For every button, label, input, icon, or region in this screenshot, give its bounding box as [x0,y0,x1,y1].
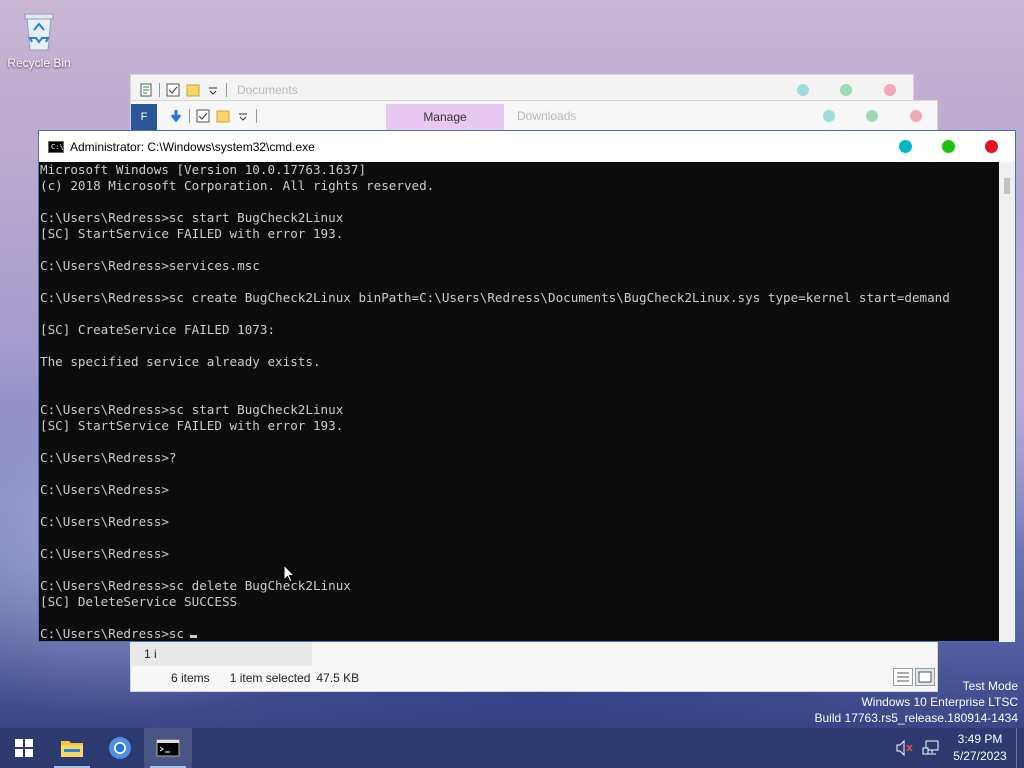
console-line: [SC] CreateService FAILED 1073: [40,322,276,337]
chevron-down-icon[interactable] [206,83,220,97]
taskbar: 3:49 PM 5/27/2023 [0,728,1024,768]
console-line: C:\Users\Redress> [40,482,169,497]
cmd-window[interactable]: C:\_ Administrator: C:\Windows\system32\… [38,130,1016,642]
toolbar-separator [159,83,160,97]
test-mode-watermark: Test Mode Windows 10 Enterprise LTSC Bui… [815,678,1019,726]
volume-muted-icon [896,740,913,756]
scrollbar-thumb[interactable] [1004,178,1010,194]
cmd-scrollbar[interactable] [999,162,1015,642]
toolbar-separator [189,109,190,123]
close-button[interactable] [910,110,922,122]
status-size: 47.5 KB [316,671,360,685]
console-line: C:\Users\Redress> [40,514,169,529]
console-line: (c) 2018 Microsoft Corporation. All righ… [40,178,435,193]
clock-date: 5/27/2023 [953,749,1007,763]
checkbox-icon[interactable] [166,83,180,97]
file-explorer-icon [61,741,83,757]
start-button[interactable] [0,728,48,768]
system-tray: 3:49 PM 5/27/2023 [892,728,1024,768]
chevron-down-icon[interactable] [236,109,250,123]
console-line: C:\Users\Redress>sc start BugCheck2Linux [40,210,344,225]
minimize-button[interactable] [899,140,912,153]
cmd-console-output[interactable]: Microsoft Windows [Version 10.0.17763.16… [39,162,1001,642]
status-items-count: 6 items [171,671,210,685]
taskbar-chrome[interactable] [96,728,144,768]
new-folder-icon[interactable] [216,109,230,123]
clock[interactable]: 3:49 PM 5/27/2023 [944,731,1016,765]
console-line: The specified service already exists. [40,354,321,369]
network-icon [922,740,939,755]
chrome-icon [109,737,131,759]
console-line: [SC] StartService FAILED with error 193. [40,418,344,433]
checkbox-icon[interactable] [196,109,210,123]
minimize-button[interactable] [823,110,835,122]
recycle-bin-shortcut[interactable]: Recycle Bin [4,8,74,70]
console-line: C:\Users\Redress>sc [40,626,1001,642]
close-button[interactable] [985,140,998,153]
start-icon [15,739,33,757]
text-cursor [190,635,198,638]
console-line: C:\Users\Redress>? [40,450,177,465]
maximize-button[interactable] [840,84,852,96]
console-line: C:\Users\Redress>sc create BugCheck2Linu… [40,290,950,305]
cmd-title: Administrator: C:\Windows\system32\cmd.e… [70,139,315,154]
console-line: [SC] DeleteService SUCCESS [40,594,238,609]
console-line: C:\Users\Redress>sc start BugCheck2Linux [40,402,344,417]
properties-icon[interactable] [139,83,153,97]
console-line: C:\Users\Redress>services.msc [40,258,260,273]
status-selected: 1 item selected [229,671,311,685]
new-folder-icon[interactable] [186,83,200,97]
recycle-bin-icon [19,8,59,52]
mouse-pointer-icon [283,564,295,583]
volume-muted-button[interactable] [892,728,918,768]
cmd-app-icon: C:\_ [48,140,68,153]
watermark-line-3: Build 17763.rs5_release.180914-1434 [814,711,1019,725]
window-title: Downloads [517,109,577,123]
watermark-line-2: Windows 10 Enterprise LTSC [861,695,1018,709]
maximize-button[interactable] [942,140,955,153]
console-line: C:\Users\Redress>sc delete BugCheck2Linu… [40,578,351,593]
show-desktop-button[interactable] [1016,728,1024,768]
explorer-partial-status: 1 i [130,642,312,666]
toolbar-separator [226,83,227,97]
taskbar-file-explorer[interactable] [48,728,96,768]
minimize-button[interactable] [797,84,809,96]
console-line: Microsoft Windows [Version 10.0.17763.16… [40,162,367,177]
download-arrow-icon[interactable] [169,109,183,123]
watermark-line-1: Test Mode [962,679,1018,693]
console-line: C:\Users\Redress> [40,546,169,561]
cmd-titlebar[interactable]: C:\_ Administrator: C:\Windows\system32\… [39,131,1015,162]
cmd-icon [156,739,180,757]
clock-time: 3:49 PM [957,732,1003,746]
taskbar-cmd[interactable] [144,728,192,768]
manage-tab[interactable]: Manage [386,104,504,130]
maximize-button[interactable] [866,110,878,122]
network-button[interactable] [918,728,944,768]
recycle-bin-label: Recycle Bin [7,56,71,70]
window-title: Documents [237,83,298,97]
toolbar-separator [256,109,257,123]
console-line: [SC] StartService FAILED with error 193. [40,226,344,241]
file-tab[interactable]: F [131,104,157,130]
close-button[interactable] [884,84,896,96]
